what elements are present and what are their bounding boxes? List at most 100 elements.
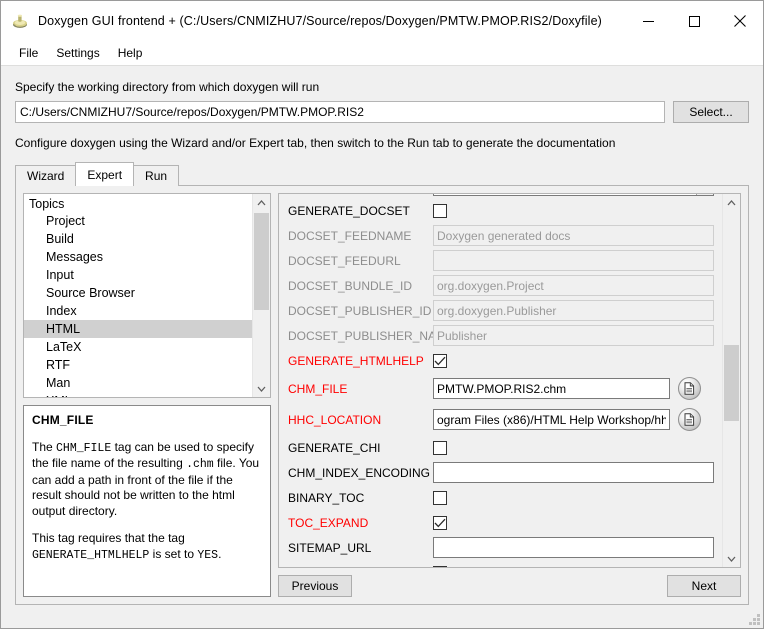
next-button[interactable]: Next xyxy=(667,575,741,597)
field-binary-toc xyxy=(433,490,714,505)
help-p1-a: The xyxy=(32,439,57,454)
topic-html[interactable]: HTML xyxy=(24,320,252,338)
checkbox-generate-qhp[interactable] xyxy=(433,565,447,567)
tab-run[interactable]: Run xyxy=(133,165,180,186)
help-p1-ext: .chm xyxy=(186,458,214,471)
field-docset-bundle-id xyxy=(433,275,714,296)
input-hhc-location[interactable] xyxy=(433,409,670,430)
topics-scroll-track[interactable] xyxy=(253,211,270,380)
field-generate-docset xyxy=(433,203,714,218)
setting-row-docset-feedname: DOCSET_FEEDNAME xyxy=(288,223,714,248)
help-p2-a: This tag requires that the tag xyxy=(32,531,185,545)
setting-row-chm-index-encoding: CHM_INDEX_ENCODING xyxy=(288,460,714,485)
topic-build[interactable]: Build xyxy=(24,230,252,248)
doxygen-app-icon xyxy=(11,12,29,30)
help-p2-c: . xyxy=(218,546,222,561)
label-generate-docset: GENERATE_DOCSET xyxy=(288,203,410,218)
right-column: HTML_INDEX_NUM_ENTRIES 100 xyxy=(278,193,741,597)
label-docset-feedname: DOCSET_FEEDNAME xyxy=(288,228,412,243)
resize-grip[interactable] xyxy=(747,612,760,625)
scroll-up-icon[interactable] xyxy=(253,194,270,211)
topic-latex[interactable]: LaTeX xyxy=(24,338,252,356)
topic-messages[interactable]: Messages xyxy=(24,248,252,266)
input-chm-file[interactable] xyxy=(433,378,670,399)
field-generate-qhp xyxy=(433,565,714,567)
label-chm-file: CHM_FILE xyxy=(288,381,348,396)
input-docset-bundle-id xyxy=(433,275,714,296)
help-p2-tag: GENERATE_HTMLHELP xyxy=(32,548,150,562)
label-generate-chi: GENERATE_CHI xyxy=(288,440,381,455)
menu-file[interactable]: File xyxy=(10,43,47,63)
select-directory-button[interactable]: Select... xyxy=(673,101,749,123)
settings-scroll-area: HTML_INDEX_NUM_ENTRIES 100 xyxy=(279,194,722,567)
checkbox-generate-chi[interactable] xyxy=(433,440,447,455)
minimize-button[interactable] xyxy=(625,1,671,41)
checkbox-toc-expand[interactable] xyxy=(433,515,447,530)
setting-row-generate-chi: GENERATE_CHI xyxy=(288,435,714,460)
topics-root-label: Topics xyxy=(29,197,65,211)
settings-scrollbar[interactable] xyxy=(722,194,740,567)
previous-button[interactable]: Previous xyxy=(278,575,352,597)
setting-row-generate-htmlhelp: GENERATE_HTMLHELP xyxy=(288,348,714,373)
file-browse-icon-chm-file[interactable] xyxy=(678,377,701,400)
input-chm-index-encoding[interactable] xyxy=(433,462,714,483)
topic-rtf[interactable]: RTF xyxy=(24,356,252,374)
menu-settings[interactable]: Settings xyxy=(47,43,108,63)
topic-xml[interactable]: XML xyxy=(24,392,252,397)
input-docset-publisher-name xyxy=(433,325,714,346)
menu-help[interactable]: Help xyxy=(109,43,152,63)
settings-scroll-track[interactable] xyxy=(723,211,740,550)
label-docset-feedurl: DOCSET_FEEDURL xyxy=(288,253,401,268)
expert-tab-page: Topics Project Build Messages Input Sour… xyxy=(15,185,749,605)
setting-row-docset-publisher-id: DOCSET_PUBLISHER_ID xyxy=(288,298,714,323)
settings-scroll-thumb[interactable] xyxy=(724,345,739,421)
checkbox-generate-htmlhelp[interactable] xyxy=(433,353,447,368)
input-docset-feedurl xyxy=(433,250,714,271)
input-docset-publisher-id xyxy=(433,300,714,321)
topic-man[interactable]: Man xyxy=(24,374,252,392)
workdir-input[interactable] xyxy=(15,101,665,123)
input-docset-feedname xyxy=(433,225,714,246)
setting-row-docset-bundle-id: DOCSET_BUNDLE_ID xyxy=(288,273,714,298)
scroll-down-icon[interactable] xyxy=(253,380,270,397)
topics-scrollbar[interactable] xyxy=(252,194,270,397)
topics-list[interactable]: Topics Project Build Messages Input Sour… xyxy=(24,194,252,397)
topics-scroll-thumb[interactable] xyxy=(254,213,269,310)
workdir-hint: Specify the working directory from which… xyxy=(15,80,320,94)
input-sitemap-url[interactable] xyxy=(433,537,714,558)
help-paragraph-2: This tag requires that the tag GENERATE_… xyxy=(32,531,262,563)
label-toc-expand: TOC_EXPAND xyxy=(288,515,369,530)
topic-input[interactable]: Input xyxy=(24,266,252,284)
title-bar: Doxygen GUI frontend + (C:/Users/CNMIZHU… xyxy=(1,1,763,41)
tab-expert[interactable]: Expert xyxy=(75,162,135,186)
file-browse-icon-hhc-location[interactable] xyxy=(678,408,701,431)
setting-row-toc-expand: TOC_EXPAND xyxy=(288,510,714,535)
help-body: The CHM_FILE tag can be used to specify … xyxy=(32,440,262,564)
help-title: CHM_FILE xyxy=(32,413,94,427)
scroll-down-icon[interactable] xyxy=(723,550,740,567)
maximize-button[interactable] xyxy=(671,1,717,41)
spinbox-html-index-num-entries[interactable]: 100 xyxy=(433,194,714,196)
label-sitemap-url: SITEMAP_URL xyxy=(288,540,372,555)
settings-rows: HTML_INDEX_NUM_ENTRIES 100 xyxy=(279,194,722,567)
topic-index[interactable]: Index xyxy=(24,302,252,320)
setting-row-chm-file: CHM_FILE xyxy=(288,373,714,404)
field-docset-publisher-name xyxy=(433,325,714,346)
scroll-up-icon[interactable] xyxy=(723,194,740,211)
help-panel: CHM_FILE The CHM_FILE tag can be used to… xyxy=(23,405,271,597)
field-toc-expand xyxy=(433,515,714,530)
spin-down-icon[interactable] xyxy=(697,194,713,195)
tab-wizard[interactable]: Wizard xyxy=(15,165,77,186)
field-hhc-location xyxy=(433,408,714,431)
setting-row-hhc-location: HHC_LOCATION xyxy=(288,404,714,435)
checkbox-binary-toc[interactable] xyxy=(433,490,447,505)
checkbox-generate-docset[interactable] xyxy=(433,203,447,218)
navigation-row: Previous Next xyxy=(278,575,741,597)
topic-project[interactable]: Project xyxy=(24,212,252,230)
topic-source-browser[interactable]: Source Browser xyxy=(24,284,252,302)
spinbox-buttons[interactable] xyxy=(696,194,713,195)
setting-row-docset-publisher-name: DOCSET_PUBLISHER_NAME xyxy=(288,323,714,348)
main-content: Specify the working directory from which… xyxy=(1,66,763,628)
setting-row-generate-qhp: GENERATE_QHP xyxy=(288,560,714,567)
close-button[interactable] xyxy=(717,1,763,41)
